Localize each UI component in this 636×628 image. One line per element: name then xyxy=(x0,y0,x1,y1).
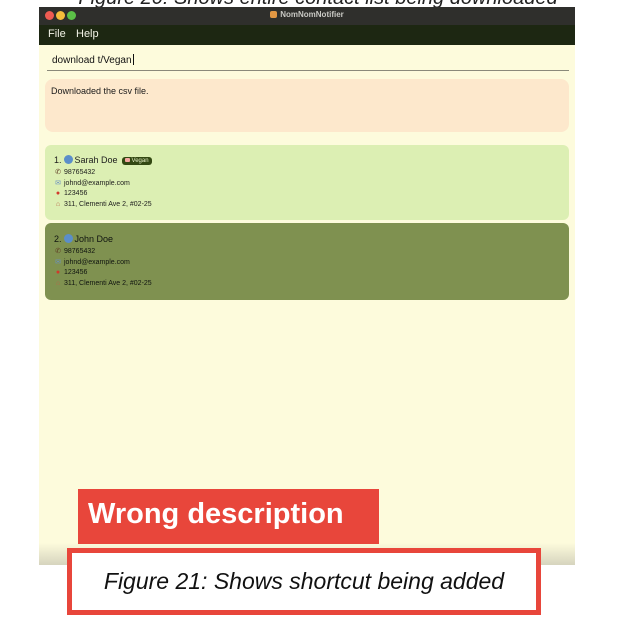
contact-address: 311, Clementi Ave 2, #02-25 xyxy=(64,280,152,287)
contact-email-row: ✉ johnd@example.com xyxy=(54,258,130,266)
home-icon: ⌂ xyxy=(55,280,61,287)
location-pin-icon: ● xyxy=(55,269,61,276)
contact-address-row: ⌂ 311, Clementi Ave 2, #02-25 xyxy=(54,280,152,287)
app-window: NomNomNotifier File Help download t/Vega… xyxy=(39,7,575,565)
phone-icon: ✆ xyxy=(55,169,61,176)
contact-name: John Doe xyxy=(74,234,114,244)
person-icon xyxy=(63,234,73,243)
contact-postal-row: ● 123456 xyxy=(54,190,87,197)
figure-caption-highlight: Figure 21: Shows shortcut being added xyxy=(67,548,541,615)
text-cursor xyxy=(132,54,134,65)
tag-label: Vegan xyxy=(131,158,149,164)
home-icon: ⌂ xyxy=(55,201,61,208)
app-icon xyxy=(270,11,278,18)
command-input-value: download t/Vegan xyxy=(52,54,134,66)
phone-icon: ✆ xyxy=(55,248,61,255)
email-icon: ✉ xyxy=(55,259,61,266)
contact-index: 2. xyxy=(54,234,62,244)
contact-name: Sarah Doe xyxy=(74,155,118,165)
contact-phone: 98765432 xyxy=(64,169,96,176)
title-bar: NomNomNotifier xyxy=(39,7,575,25)
command-input[interactable]: download t/Vegan xyxy=(47,51,569,71)
contact-postal: 123456 xyxy=(64,190,88,197)
annotation-label: Wrong description xyxy=(78,489,379,544)
contact-postal: 123456 xyxy=(64,269,88,276)
menu-bar: File Help xyxy=(39,25,575,45)
contact-card[interactable]: 1. Sarah Doe Vegan ✆ 98765432 ✉ johnd@exampl… xyxy=(45,145,569,220)
contact-name-row: 1. Sarah Doe Vegan xyxy=(54,155,152,165)
contact-index: 1. xyxy=(54,155,62,165)
location-pin-icon: ● xyxy=(55,190,61,197)
email-icon: ✉ xyxy=(55,180,61,187)
menu-help[interactable]: Help xyxy=(76,28,99,40)
contact-phone-row: ✆ 98765432 xyxy=(54,168,95,176)
contact-postal-row: ● 123456 xyxy=(54,269,87,276)
contact-email-row: ✉ johnd@example.com xyxy=(54,179,130,187)
person-icon xyxy=(63,155,73,164)
contact-address: 311, Clementi Ave 2, #02-25 xyxy=(64,201,152,208)
contact-phone-row: ✆ 98765432 xyxy=(54,247,95,255)
annotation-text: Wrong description xyxy=(88,498,344,530)
tag-badge: Vegan xyxy=(121,157,152,165)
menu-file[interactable]: File xyxy=(48,28,66,40)
result-message: Downloaded the csv file. xyxy=(51,86,149,96)
tag-icon xyxy=(124,158,130,162)
contact-email: johnd@example.com xyxy=(64,180,130,187)
contact-address-row: ⌂ 311, Clementi Ave 2, #02-25 xyxy=(54,201,152,208)
window-title-area: NomNomNotifier xyxy=(39,10,575,19)
figure-caption-bottom: Figure 21: Shows shortcut being added xyxy=(103,568,505,594)
contact-card-selected[interactable]: 2. John Doe ✆ 98765432 ✉ johnd@example.com … xyxy=(45,223,569,300)
contact-email: johnd@example.com xyxy=(64,259,130,266)
result-display: Downloaded the csv file. xyxy=(45,79,569,132)
window-title: NomNomNotifier xyxy=(280,10,344,19)
contact-name-row: 2. John Doe xyxy=(54,234,113,244)
contact-phone: 98765432 xyxy=(64,248,96,255)
